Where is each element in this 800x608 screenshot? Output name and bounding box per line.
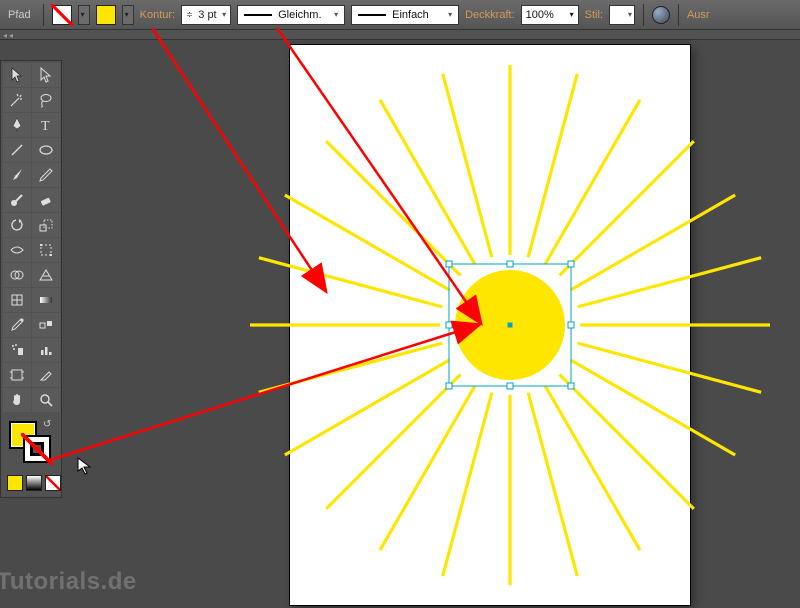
line-tool[interactable]: [3, 138, 31, 162]
swap-colors-icon[interactable]: ↺: [43, 419, 51, 430]
type-tool[interactable]: T: [32, 113, 60, 137]
sun-ray[interactable]: [528, 74, 577, 258]
color-mode-solid[interactable]: [7, 475, 23, 491]
shape-builder-tool[interactable]: [3, 263, 31, 287]
sun-ray[interactable]: [380, 100, 475, 265]
selection-handle[interactable]: [446, 322, 452, 328]
sun-ray[interactable]: [285, 360, 450, 455]
sun-ray[interactable]: [545, 100, 640, 265]
opacity-label: Deckkraft:: [465, 9, 515, 21]
sun-ray[interactable]: [571, 195, 736, 290]
mesh-tool[interactable]: [3, 288, 31, 312]
magic-wand-tool[interactable]: [3, 88, 31, 112]
align-label: Ausr: [687, 9, 710, 21]
sun-ray[interactable]: [571, 360, 736, 455]
ellipse-tool[interactable]: [32, 138, 60, 162]
selection-handle[interactable]: [446, 261, 452, 267]
free-transform-tool[interactable]: [32, 238, 60, 262]
graphic-style-select[interactable]: ▾: [609, 5, 635, 25]
selection-handle[interactable]: [446, 383, 452, 389]
separator: [43, 4, 44, 26]
color-mode-gradient[interactable]: [26, 475, 42, 491]
separator: [643, 4, 644, 26]
graph-tool[interactable]: [32, 338, 60, 362]
selection-handle[interactable]: [568, 322, 574, 328]
sun-ray[interactable]: [559, 141, 693, 275]
opacity-value: 100%: [526, 9, 554, 21]
rotate-tool[interactable]: [3, 213, 31, 237]
tools-panel: T ↺: [0, 60, 62, 498]
stroke-profile-label: Gleichm.: [278, 9, 321, 21]
panel-tab-strip: ◂◂: [0, 30, 800, 40]
scale-tool[interactable]: [32, 213, 60, 237]
stroke-label: Kontur:: [140, 9, 175, 21]
selection-handle[interactable]: [568, 383, 574, 389]
fill-dropdown[interactable]: [78, 5, 90, 25]
stroke-dropdown[interactable]: [122, 5, 134, 25]
svg-text:T: T: [41, 119, 50, 133]
zoom-tool[interactable]: [32, 388, 60, 412]
hand-tool[interactable]: [3, 388, 31, 412]
artwork: [290, 45, 690, 605]
stroke-weight-input[interactable]: ≑ 3 pt ▾: [181, 5, 231, 25]
slice-tool[interactable]: [32, 363, 60, 387]
brush-definition-select[interactable]: Einfach ▾: [351, 5, 459, 25]
sun-ray[interactable]: [326, 374, 460, 508]
cursor-icon: [77, 457, 95, 475]
paintbrush-tool[interactable]: [3, 163, 31, 187]
sun-ray[interactable]: [578, 258, 762, 307]
sun-ray[interactable]: [380, 386, 475, 551]
stroke-profile-select[interactable]: Gleichm. ▾: [237, 5, 345, 25]
sun-ray[interactable]: [559, 374, 693, 508]
eraser-tool[interactable]: [32, 188, 60, 212]
pencil-tool[interactable]: [32, 163, 60, 187]
perspective-tool[interactable]: [32, 263, 60, 287]
symbol-sprayer-tool[interactable]: [3, 338, 31, 362]
watermark-text: -Tutorials.de: [0, 568, 137, 596]
artboard[interactable]: [290, 45, 690, 605]
sun-ray[interactable]: [578, 343, 762, 392]
blob-brush-tool[interactable]: [3, 188, 31, 212]
sun-ray[interactable]: [443, 74, 492, 258]
color-controls: ↺: [3, 417, 60, 495]
separator: [678, 4, 679, 26]
opacity-input[interactable]: 100% ▾: [521, 5, 579, 25]
pen-tool[interactable]: [3, 113, 31, 137]
brush-label: Einfach: [392, 9, 429, 21]
gradient-tool[interactable]: [32, 288, 60, 312]
sun-ray[interactable]: [545, 386, 640, 551]
direct-selection-tool[interactable]: [32, 63, 60, 87]
stroke-weight-value: 3 pt: [198, 9, 216, 21]
fill-swatch[interactable]: [52, 5, 72, 25]
selection-tool[interactable]: [3, 63, 31, 87]
blend-tool[interactable]: [32, 313, 60, 337]
color-mode-none[interactable]: [45, 475, 61, 491]
lasso-tool[interactable]: [32, 88, 60, 112]
eyedropper-tool[interactable]: [3, 313, 31, 337]
object-type-label: Pfad: [8, 9, 31, 21]
sun-ray[interactable]: [326, 141, 460, 275]
sun-ray[interactable]: [528, 393, 577, 577]
style-label: Stil:: [585, 9, 603, 21]
selection-handle[interactable]: [568, 261, 574, 267]
control-bar: Pfad Kontur: ≑ 3 pt ▾ Gleichm. ▾ Einfach…: [0, 0, 800, 30]
sun-ray[interactable]: [259, 343, 443, 392]
stroke-color-swatch[interactable]: [23, 435, 51, 463]
selection-handle[interactable]: [507, 261, 513, 267]
sun-ray[interactable]: [443, 393, 492, 577]
stroke-swatch[interactable]: [96, 5, 116, 25]
sun-ray[interactable]: [285, 195, 450, 290]
artboard-tool[interactable]: [3, 363, 31, 387]
recolor-artwork-icon[interactable]: [652, 6, 670, 24]
panel-collapse-icon[interactable]: ◂◂: [3, 31, 15, 40]
selection-handle[interactable]: [507, 383, 513, 389]
width-tool[interactable]: [3, 238, 31, 262]
sun-ray[interactable]: [259, 258, 443, 307]
